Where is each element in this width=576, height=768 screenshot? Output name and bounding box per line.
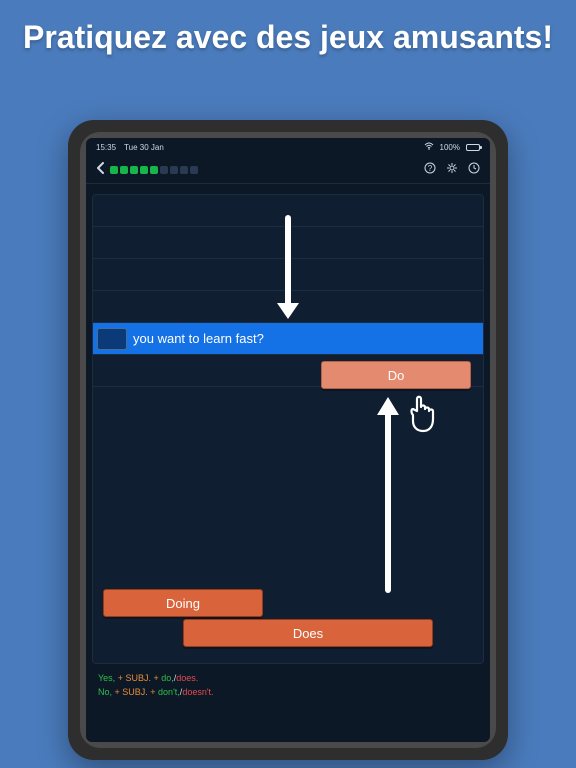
ipad-frame: 15:35 Tue 30 Jan 100%: [68, 120, 508, 760]
hint-line: No, + SUBJ. + don't,/doesn't.: [98, 686, 478, 700]
wifi-icon: [424, 142, 434, 152]
status-bar: 15:35 Tue 30 Jan 100%: [86, 138, 490, 156]
battery-icon: [466, 144, 480, 151]
history-icon[interactable]: [468, 162, 480, 177]
svg-text:?: ?: [428, 164, 433, 173]
target-row[interactable]: you want to learn fast?: [93, 323, 483, 355]
answer-tile-do[interactable]: Do: [321, 361, 471, 389]
grammar-hints: Yes, + SUBJ. + do,/does. No, + SUBJ. + d…: [98, 672, 478, 699]
device-screen: 15:35 Tue 30 Jan 100%: [86, 138, 490, 742]
back-button[interactable]: [96, 162, 106, 177]
answer-tile-does[interactable]: Does: [183, 619, 433, 647]
battery-percent: 100%: [440, 143, 460, 152]
gear-icon[interactable]: [446, 162, 458, 177]
hint-line: Yes, + SUBJ. + do,/does.: [98, 672, 478, 686]
blank-slot[interactable]: [97, 328, 127, 350]
lane: [93, 195, 483, 227]
status-time: 15:35: [96, 143, 116, 152]
progress-indicator: [110, 166, 198, 174]
lane: [93, 227, 483, 259]
ipad-bezel: 15:35 Tue 30 Jan 100%: [80, 132, 496, 748]
prompt-text: you want to learn fast?: [133, 331, 264, 346]
lane: [93, 259, 483, 291]
arrow-up-icon: [373, 395, 403, 595]
answer-tile-doing[interactable]: Doing: [103, 589, 263, 617]
status-date: Tue 30 Jan: [124, 143, 164, 152]
app-topbar: ?: [86, 156, 490, 184]
lane: [93, 291, 483, 323]
play-area[interactable]: you want to learn fast? Do Doing Does: [92, 194, 484, 664]
help-icon[interactable]: ?: [424, 162, 436, 177]
hero-title: Pratiquez avec des jeux amusants!: [0, 0, 576, 66]
hand-cursor-icon: [405, 393, 439, 435]
